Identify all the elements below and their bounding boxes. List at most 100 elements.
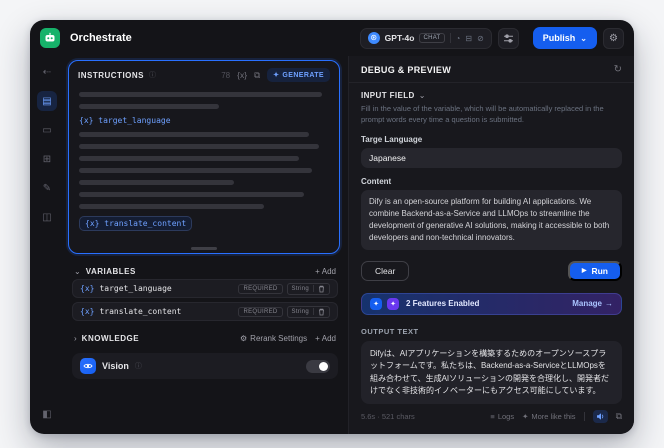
feature-icon-1: ✦ [370, 297, 382, 310]
sidebar-item-orchestrate[interactable]: ▤ [37, 91, 57, 111]
required-badge: REQUIRED [238, 306, 283, 317]
scroll-indicator[interactable] [191, 247, 217, 250]
sidebar-item-plugins[interactable]: ◫ [37, 207, 57, 227]
instructions-card: INSTRUCTIONS ⓘ 78 {x} ⧉ ✦ GENERATE {x} t… [68, 60, 340, 254]
output-meta: 5.6s · 521 chars [361, 412, 415, 422]
variable-name: target_language [99, 284, 172, 293]
type-label: String [291, 285, 309, 292]
variables-section: ⌄ VARIABLES + Add {x} target_language RE… [68, 261, 340, 321]
add-label: Add [321, 266, 336, 276]
debug-preview-title: DEBUG & PREVIEW [361, 64, 452, 75]
content-label: Content [361, 176, 392, 186]
play-icon: ▶ [581, 268, 587, 275]
sidebar-item-dataset[interactable]: ⊞ [37, 149, 57, 169]
stop-sequence-icon[interactable]: ⊘ [477, 34, 484, 43]
sidebar-item-preview[interactable]: ▭ [37, 120, 57, 140]
input-field-description: Fill in the value of the variable, which… [361, 104, 604, 124]
chevron-down-icon[interactable]: ⌄ [419, 91, 426, 100]
add-variable-button[interactable]: + Add [315, 267, 336, 276]
generate-button[interactable]: ✦ GENERATE [267, 68, 330, 82]
temperature-icon[interactable]: ◔ [456, 34, 461, 43]
sidebar-item-annotation[interactable]: ✎ [37, 178, 57, 198]
run-label: Run [591, 265, 608, 276]
model-params-button[interactable] [497, 27, 519, 49]
divider [449, 33, 451, 43]
divider [349, 82, 634, 83]
type-label: String [291, 308, 309, 315]
publish-label: Publish [542, 33, 576, 43]
vision-feature-row: Vision ⓘ [72, 353, 338, 379]
prompt-variable-translate-content[interactable]: {x} translate_content [79, 216, 193, 231]
target-language-select[interactable]: Japanese [361, 147, 622, 168]
model-provider-icon: ⊛ [367, 32, 380, 44]
chat-mode-badge: CHAT [419, 33, 445, 43]
prompt-variable-target-language[interactable]: {x} target_language [79, 116, 329, 125]
max-tokens-icon[interactable]: ⊟ [465, 34, 472, 43]
variable-row-target-language[interactable]: {x} target_language REQUIRED String [72, 279, 338, 298]
settings-icon: ⚙ [240, 333, 248, 343]
char-count: 78 [221, 70, 231, 80]
speaker-button[interactable] [592, 410, 608, 424]
app-window: Orchestrate ⊛ GPT-4o CHAT ◔ ⊟ ⊘ Publish … [30, 20, 634, 434]
add-knowledge-button[interactable]: + Add [315, 334, 336, 343]
insert-variable-icon[interactable]: {x} [237, 70, 247, 80]
add-label: Add [321, 333, 336, 343]
sparkle-icon: ✦ [522, 412, 529, 422]
more-like-this-button[interactable]: ✦ More like this [522, 412, 575, 421]
clear-button[interactable]: Clear [361, 260, 410, 281]
info-icon: ⓘ [134, 363, 142, 370]
info-icon[interactable]: ⓘ [149, 70, 156, 80]
variable-row-translate-content[interactable]: {x} translate_content REQUIRED String [72, 302, 338, 321]
left-rail: ⇠ ▤ ▭ ⊞ ✎ ◫ ◧ [30, 56, 64, 434]
skeleton-line [79, 156, 299, 161]
chevron-down-icon[interactable]: ⌄ [74, 267, 81, 276]
manage-label: Manage [572, 299, 602, 309]
skeleton-line [79, 192, 304, 197]
back-icon[interactable]: ⇠ [37, 62, 57, 82]
caret-down-icon: ⌄ [580, 33, 587, 43]
refresh-icon[interactable]: ↻ [614, 64, 622, 75]
input-field-title: INPUT FIELD [361, 91, 415, 100]
assistant-settings-button[interactable]: ⚙ [603, 27, 624, 49]
output-text-title: OUTPUT TEXT [361, 326, 419, 336]
app-logo-icon [40, 28, 60, 48]
trash-icon[interactable] [318, 285, 325, 293]
speaker-icon [596, 413, 603, 421]
rerank-settings-button[interactable]: ⚙ Rerank Settings [240, 334, 307, 343]
features-enabled-label: 2 Features Enabled [406, 299, 480, 309]
sliders-icon [503, 33, 513, 43]
required-badge: REQUIRED [238, 283, 283, 294]
publish-button[interactable]: Publish ⌄ [532, 27, 597, 49]
divider [313, 308, 314, 315]
vision-icon [80, 358, 96, 374]
model-name: GPT-4o [384, 33, 415, 43]
logs-label: Logs [497, 412, 515, 422]
model-selector[interactable]: ⊛ GPT-4o CHAT ◔ ⊟ ⊘ [359, 27, 492, 49]
content-textarea[interactable]: Dify is an open-source platform for buil… [361, 189, 622, 250]
vision-label: Vision [102, 361, 129, 371]
trash-icon[interactable] [318, 308, 325, 316]
knowledge-title: KNOWLEDGE [81, 333, 140, 343]
collapse-sidebar-icon[interactable]: ◧ [37, 404, 57, 424]
type-badge: String [286, 305, 330, 318]
instructions-title: INSTRUCTIONS [78, 70, 144, 80]
skeleton-line [79, 132, 309, 137]
page-title: Orchestrate [70, 32, 132, 44]
run-button[interactable]: ▶ Run [567, 260, 622, 281]
top-bar: Orchestrate ⊛ GPT-4o CHAT ◔ ⊟ ⊘ Publish … [30, 20, 634, 56]
feature-icon-2: ✦ [387, 297, 399, 310]
manage-features-button[interactable]: Manage → [572, 299, 613, 308]
features-bar[interactable]: ✦ ✦ 2 Features Enabled Manage → [361, 292, 622, 315]
variable-icon: {x} [80, 307, 95, 316]
plus-icon: + [315, 333, 320, 343]
vision-toggle[interactable] [306, 359, 330, 373]
prompt-editor[interactable]: {x} target_language {x} translate_conten… [69, 86, 339, 253]
output-text: Difyは、AIアプリケーションを構築するためのオープンソースプラットフォームで… [361, 340, 622, 405]
copy-icon[interactable]: ⧉ [254, 70, 260, 81]
orchestrate-panel: INSTRUCTIONS ⓘ 78 {x} ⧉ ✦ GENERATE {x} t… [64, 56, 348, 434]
arrow-right-icon: → [605, 299, 613, 309]
variable-icon: {x} [80, 284, 95, 293]
copy-icon[interactable]: ⧉ [616, 411, 622, 422]
logs-button[interactable]: ≡ Logs [490, 412, 514, 421]
chevron-right-icon[interactable]: › [74, 334, 77, 343]
